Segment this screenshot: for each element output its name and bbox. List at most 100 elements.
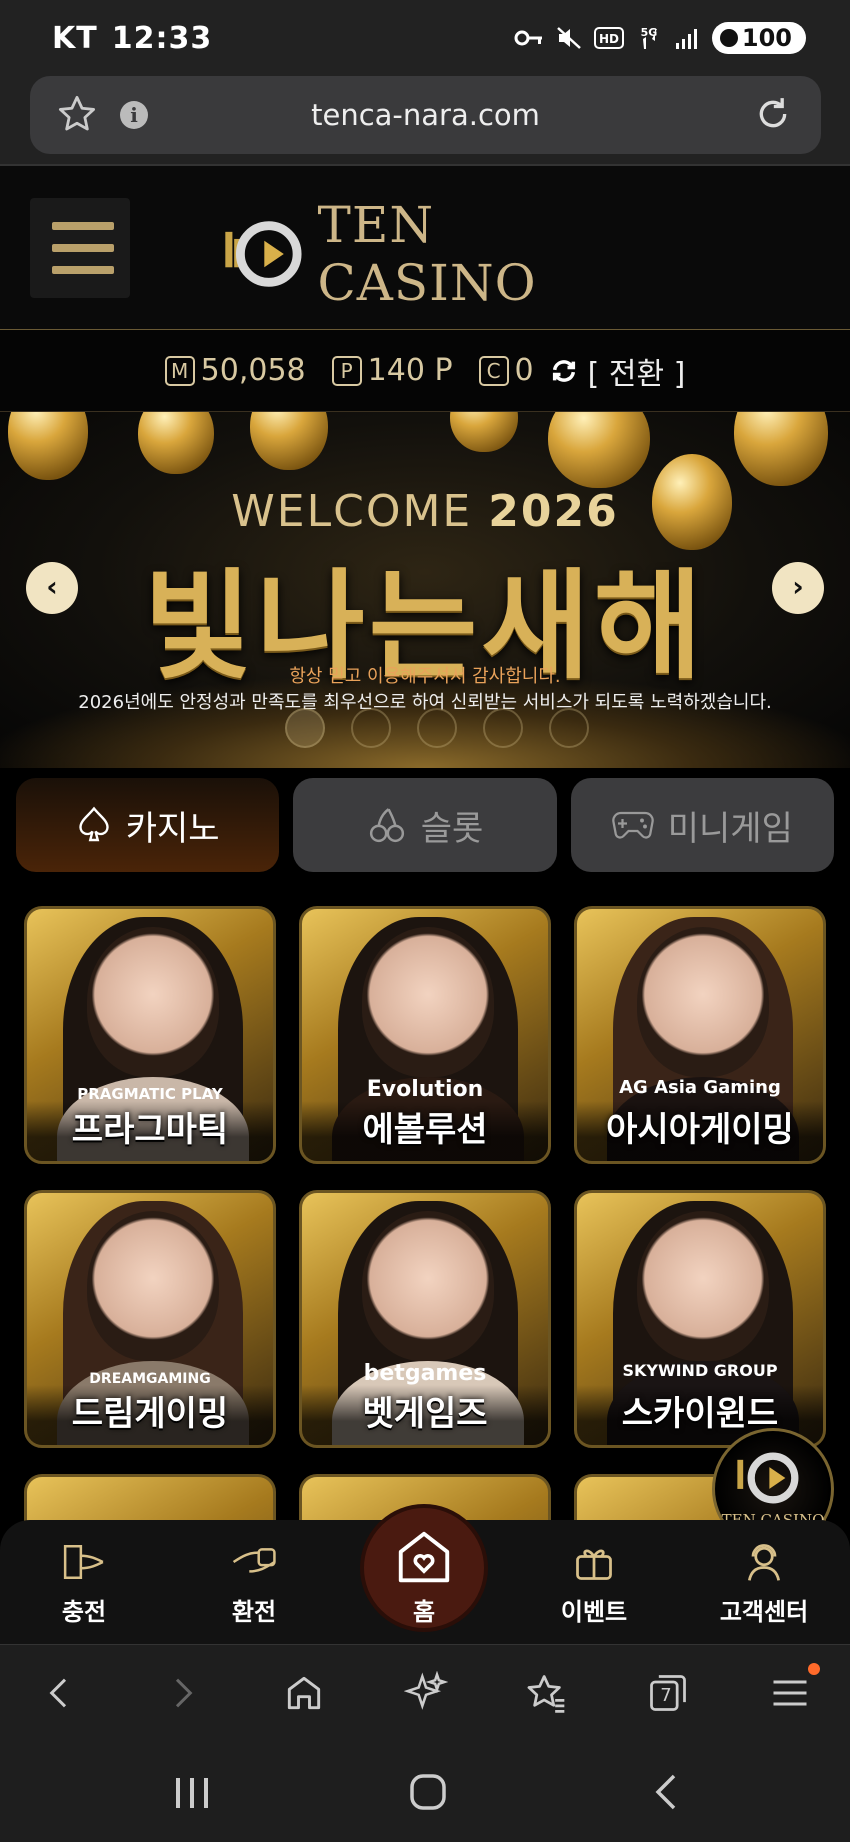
site-header: TEN CASINO xyxy=(0,164,850,330)
nav-label: 고객센터 xyxy=(719,1598,809,1626)
game-card-partial[interactable] xyxy=(24,1474,276,1524)
ten-casino-logo-icon xyxy=(225,221,302,287)
support-icon xyxy=(747,1544,781,1581)
sparkle-icon[interactable] xyxy=(404,1671,448,1715)
reload-icon[interactable] xyxy=(753,94,793,134)
menu-bar-icon xyxy=(52,244,114,252)
dealer-image xyxy=(637,927,769,1077)
nav-support[interactable]: 고객센터 xyxy=(704,1540,824,1627)
banner-pagination xyxy=(285,708,589,748)
status-bar: KT 12:33 HD 5G 100 xyxy=(0,0,850,76)
provider-logo: Evolution xyxy=(366,1077,484,1102)
dealer-image xyxy=(87,927,219,1077)
game-card-pragmatic[interactable]: PRAGMATIC PLAY 프라그마틱 xyxy=(24,906,276,1164)
bottom-nav: 충전 환전 홈 이벤트 고객센터 xyxy=(0,1504,850,1644)
nav-label: 이벤트 xyxy=(560,1598,628,1626)
game-card-title: 아시아게이밍 xyxy=(577,1101,823,1161)
point-value: 140 P xyxy=(367,353,453,388)
nav-label: 홈 xyxy=(412,1598,436,1626)
nav-charge[interactable]: 충전 xyxy=(24,1540,144,1627)
money-icon: M xyxy=(164,355,195,386)
category-tabs: 카지노 슬롯 미니게임 xyxy=(0,768,850,884)
clock: 12:33 xyxy=(111,20,213,56)
battery-indicator: 100 xyxy=(711,22,806,54)
point-balance: P 140 P xyxy=(331,353,453,388)
money-balance: M 50,058 xyxy=(164,353,306,388)
system-nav-bar xyxy=(0,1744,850,1842)
home-button-icon[interactable] xyxy=(408,1772,448,1812)
nav-label: 충전 xyxy=(61,1598,107,1626)
cherry-icon xyxy=(369,808,404,843)
balloon-decoration xyxy=(250,412,328,470)
recent-apps-icon[interactable] xyxy=(172,1774,212,1812)
refresh-icon[interactable] xyxy=(550,357,578,385)
notification-dot xyxy=(808,1663,820,1675)
game-card-evolution[interactable]: Evolution 에볼루션 xyxy=(299,906,551,1164)
battery-level: 100 xyxy=(741,24,792,52)
convert-button[interactable]: [ 전환 ] xyxy=(588,349,686,393)
game-grid: PRAGMATIC PLAY 프라그마틱 Evolution 에볼루션 AG A… xyxy=(0,884,850,1524)
logo-text: TEN CASINO xyxy=(317,196,537,312)
carrier-label: KT xyxy=(52,20,98,56)
game-card-dream-gaming[interactable]: DREAMGAMING 드림게이밍 xyxy=(24,1190,276,1448)
status-icons: HD 5G 100 xyxy=(514,22,806,54)
provider-logo: betgames xyxy=(363,1361,487,1386)
site-info-icon[interactable]: i xyxy=(120,101,148,129)
back-button-icon[interactable] xyxy=(648,1772,684,1812)
site-logo[interactable]: TEN CASINO xyxy=(220,196,630,312)
nav-exchange[interactable]: 환전 xyxy=(194,1540,314,1627)
banner-dot[interactable] xyxy=(549,708,589,748)
game-card-skywind[interactable]: SKYWIND GROUP 스카이윈드 xyxy=(574,1190,826,1448)
banner-prev-button[interactable]: ‹ xyxy=(26,562,78,614)
exchange-icon xyxy=(232,1548,276,1573)
menu-bar-icon xyxy=(52,222,114,230)
nav-event[interactable]: 이벤트 xyxy=(534,1540,654,1627)
balloon-decoration xyxy=(138,412,214,474)
browser-chrome: i tenca-nara.com xyxy=(0,76,850,164)
menu-button[interactable] xyxy=(30,198,130,298)
nav-home[interactable]: 홈 xyxy=(360,1504,488,1632)
forward-icon[interactable] xyxy=(162,1671,202,1715)
balloon-decoration xyxy=(548,412,650,488)
coupon-icon: C xyxy=(478,355,509,386)
hd-icon: HD xyxy=(593,27,624,49)
game-card-asia-gaming[interactable]: AG Asia Gaming 아시아게이밍 xyxy=(574,906,826,1164)
svg-text:HD: HD xyxy=(599,32,619,46)
url-text[interactable]: tenca-nara.com xyxy=(30,98,821,132)
bookmark-star-icon[interactable] xyxy=(56,93,98,135)
gift-icon xyxy=(576,1549,612,1580)
provider-logo: AG Asia Gaming xyxy=(619,1077,781,1098)
gamepad-icon xyxy=(612,811,654,839)
key-icon xyxy=(514,30,542,46)
dealer-image xyxy=(87,1211,219,1361)
banner-dot[interactable] xyxy=(417,708,457,748)
signal-icon xyxy=(675,29,697,49)
balloon-decoration xyxy=(8,412,88,480)
game-card-betgames[interactable]: betgames 벳게임즈 xyxy=(299,1190,551,1448)
tab-slot[interactable]: 슬롯 xyxy=(293,778,557,872)
banner-dot[interactable] xyxy=(351,708,391,748)
nav-label: 환전 xyxy=(231,1598,277,1626)
browser-toolbar: 7 xyxy=(0,1644,850,1744)
tab-casino[interactable]: 카지노 xyxy=(16,778,280,872)
point-icon: P xyxy=(331,355,362,386)
banner-dot[interactable] xyxy=(285,708,325,748)
home-icon[interactable] xyxy=(282,1671,326,1715)
game-card-title: 드림게이밍 xyxy=(27,1385,273,1445)
5g-icon: 5G xyxy=(641,26,657,49)
coupon-balance: C 0 xyxy=(478,353,534,388)
tabs-count: 7 xyxy=(660,1685,672,1706)
banner-dot[interactable] xyxy=(483,708,523,748)
banner-next-button[interactable]: › xyxy=(772,562,824,614)
tab-label: 미니게임 xyxy=(667,808,793,849)
home-heart-icon xyxy=(398,1531,450,1583)
promo-banner[interactable]: WELCOME 2026 빛나는새해 항상 믿고 이용해주셔서 감사합니다. 2… xyxy=(0,412,850,768)
provider-logo: SKYWIND GROUP xyxy=(622,1361,778,1380)
address-bar[interactable]: i tenca-nara.com xyxy=(30,76,821,154)
menu-icon[interactable] xyxy=(768,1671,812,1715)
tab-minigame[interactable]: 미니게임 xyxy=(570,778,834,872)
battery-saver-icon xyxy=(719,29,738,47)
bookmarks-icon[interactable] xyxy=(524,1671,568,1715)
back-icon[interactable] xyxy=(40,1671,80,1715)
status-left: KT 12:33 xyxy=(52,21,212,56)
